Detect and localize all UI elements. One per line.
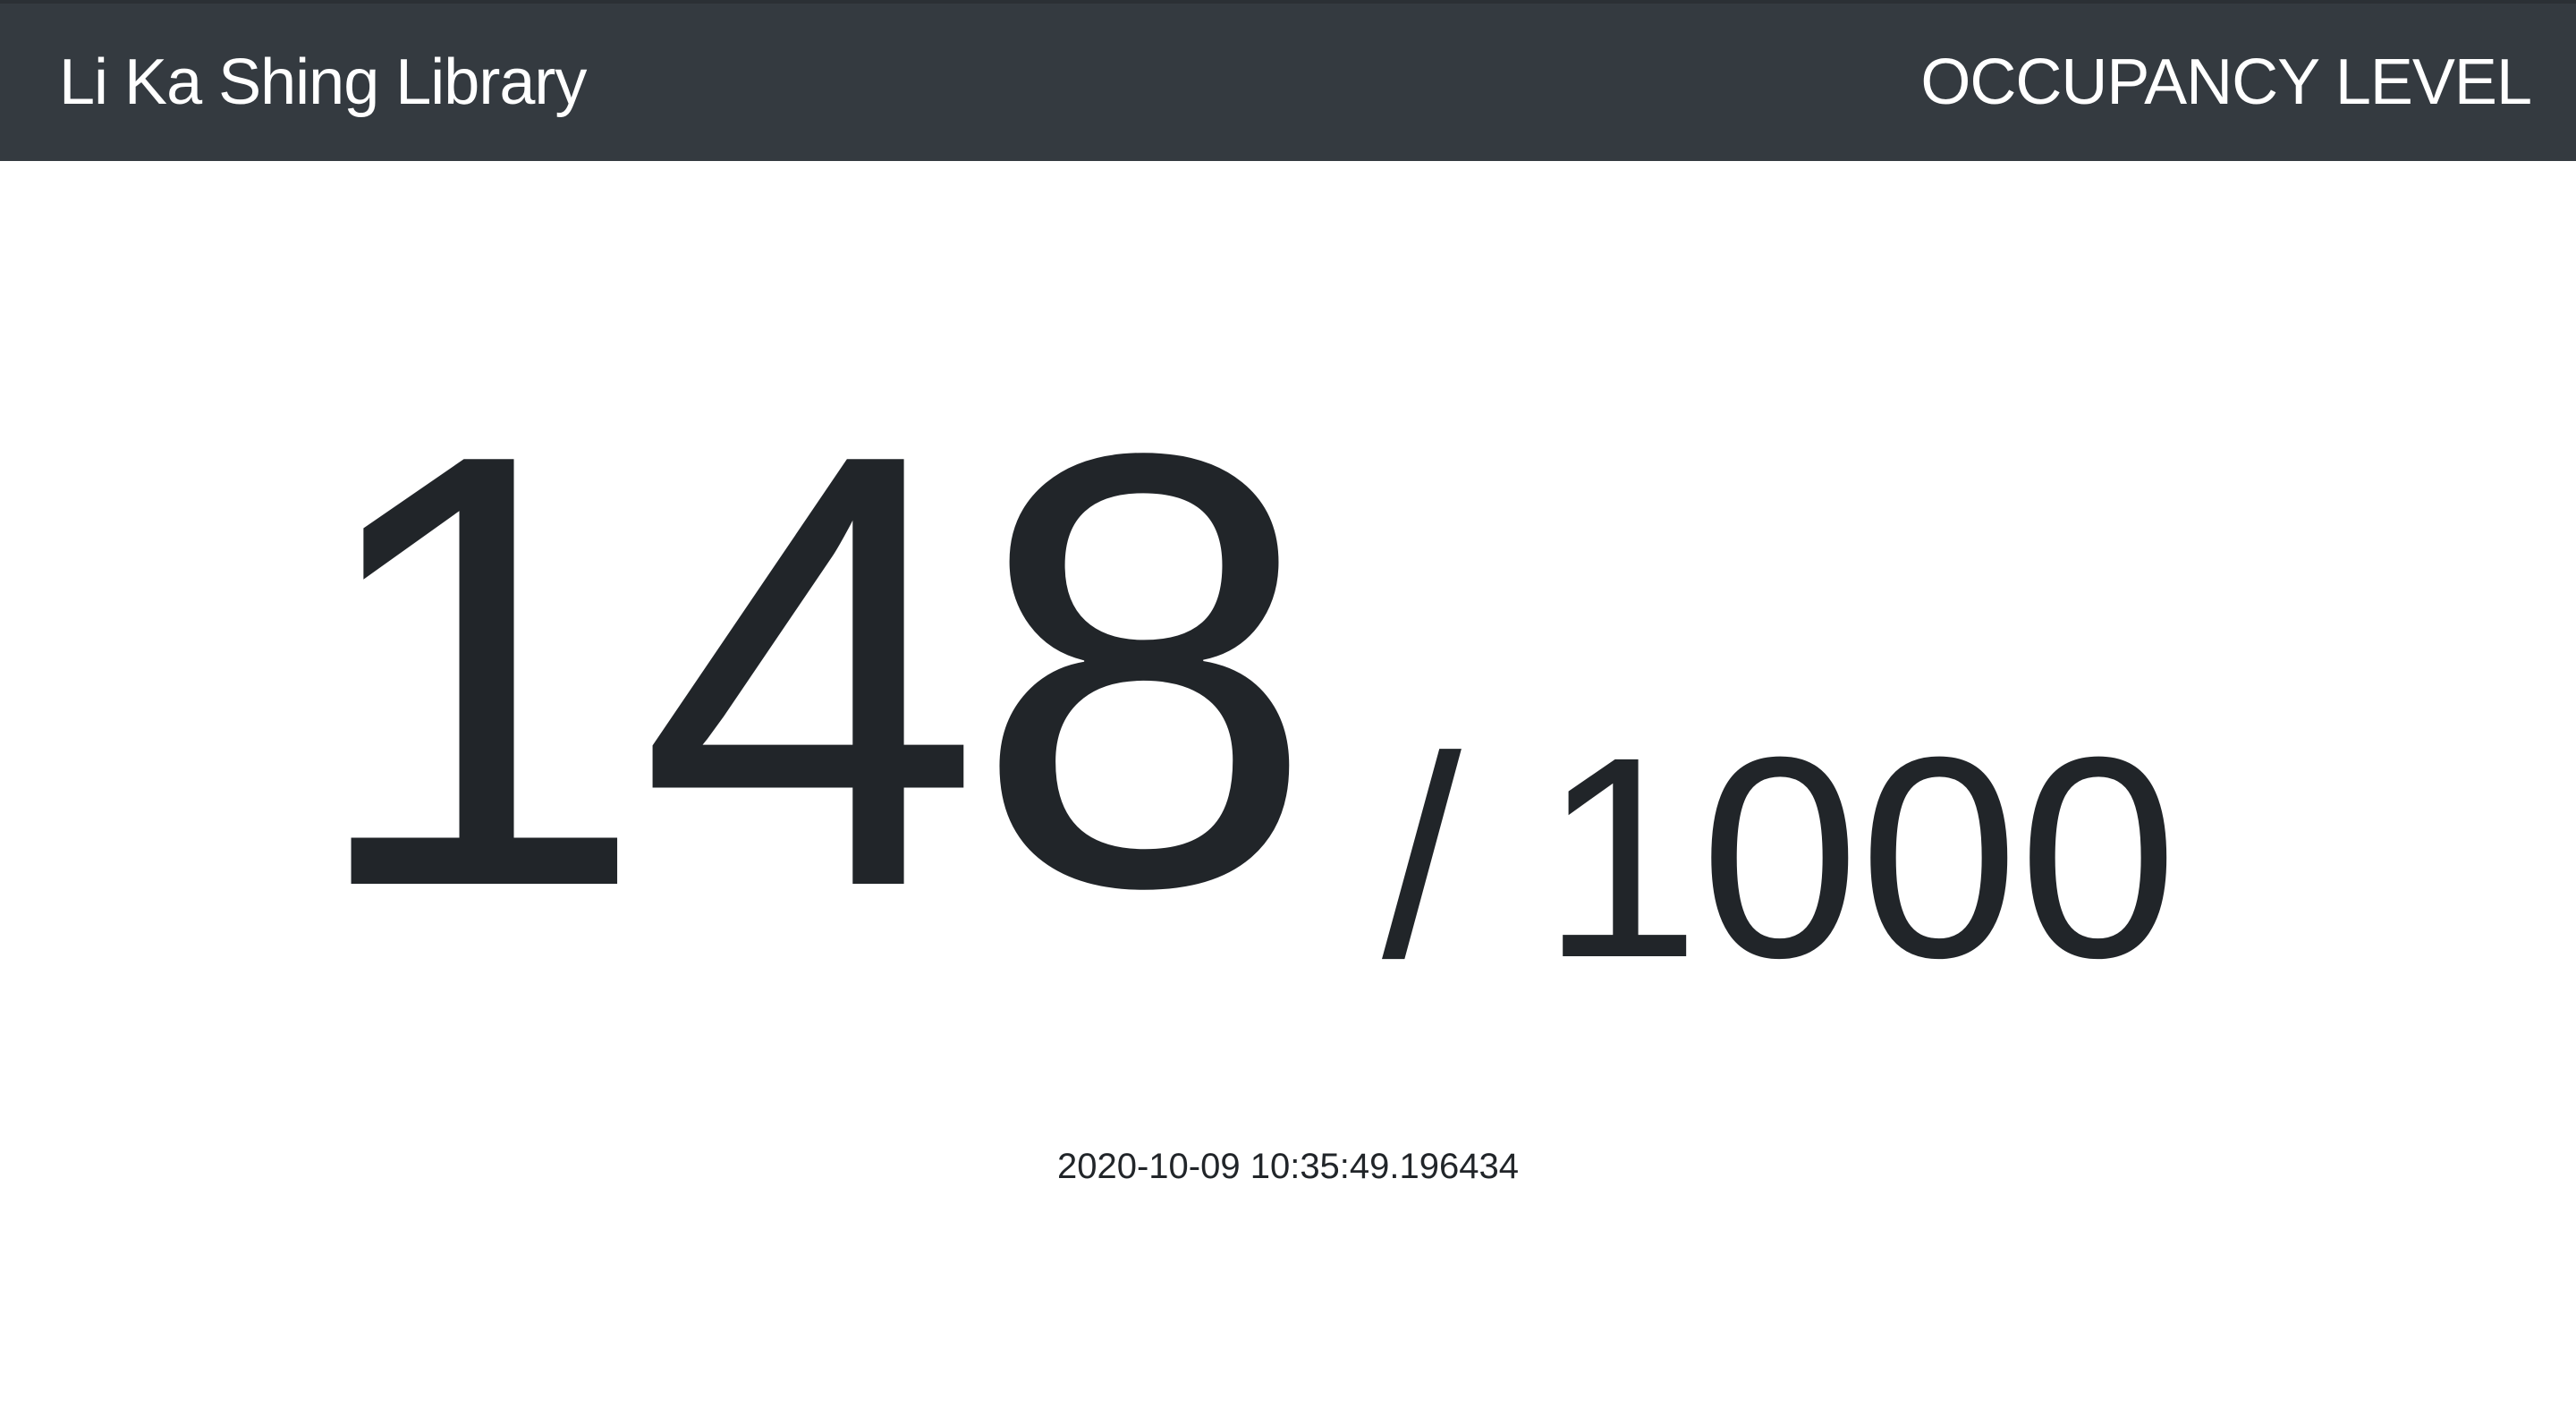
library-brand-link[interactable]: Li Ka Shing Library (59, 43, 587, 122)
current-occupancy-count: 148 (304, 326, 1316, 1015)
occupancy-level-heading: OCCUPANCY LEVEL (1920, 47, 2532, 118)
last-updated-timestamp: 2020-10-09 10:35:49.196434 (1056, 1147, 1519, 1186)
max-capacity: / 1000 (1382, 697, 2178, 1017)
occupancy-counter: 148 / 1000 (0, 326, 2576, 1015)
top-navbar: Li Ka Shing Library OCCUPANCY LEVEL (0, 0, 2576, 161)
